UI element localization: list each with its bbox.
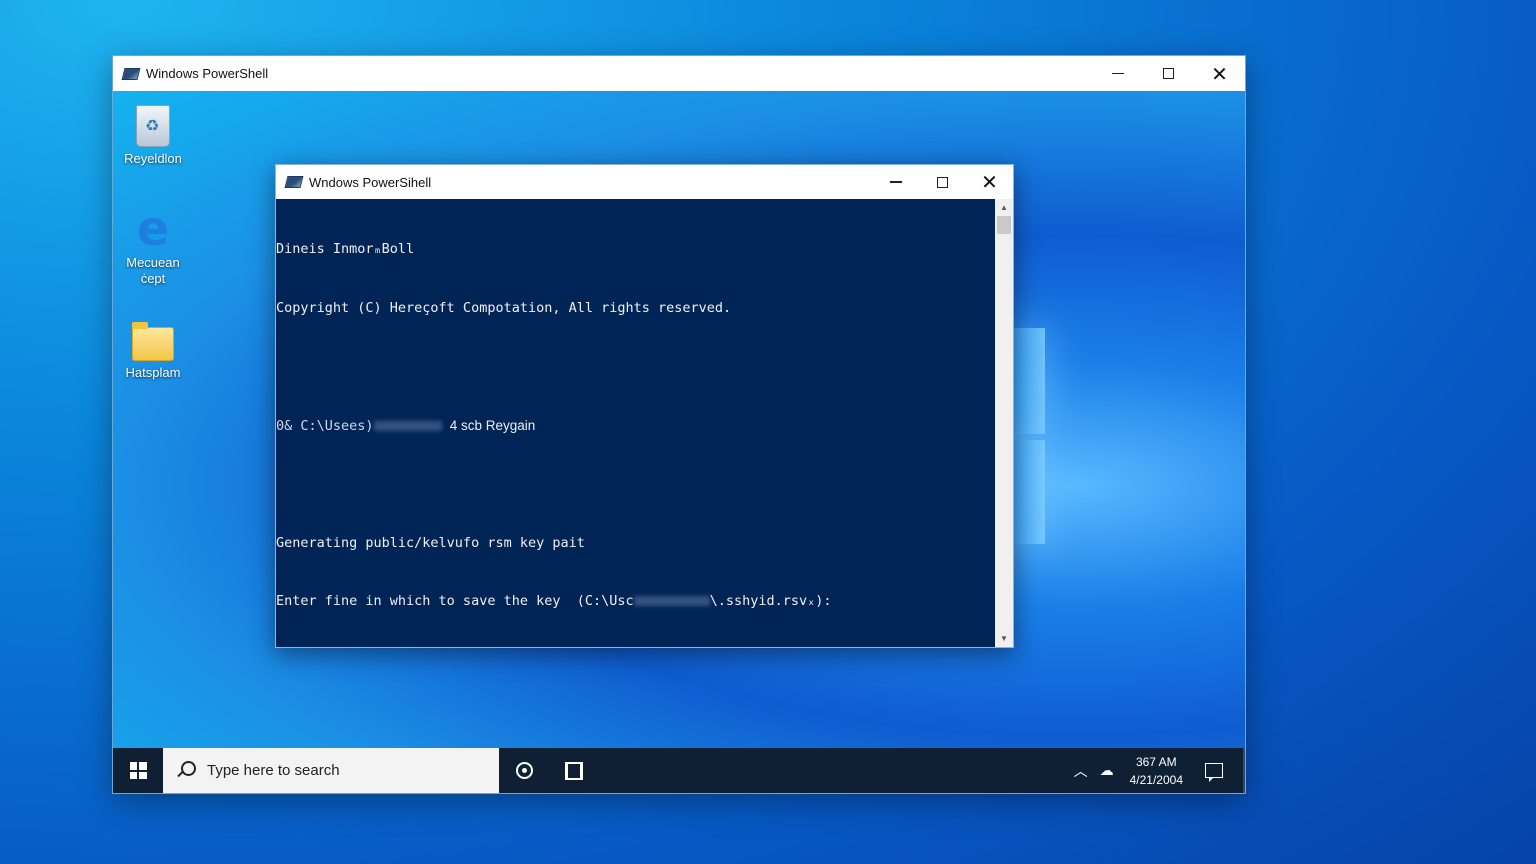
console-output[interactable]: Dineis InmorₘBoll Copyright (C) Hereçoft… [276, 199, 997, 647]
console-prompt: 0& C:\Usees) [276, 417, 374, 434]
outer-window-controls: ✕ [1092, 56, 1245, 91]
show-desktop-button[interactable] [1243, 748, 1245, 793]
outer-maximize-button[interactable] [1143, 56, 1194, 91]
console-line: Generating public/kelvufo rsm key pait [276, 534, 585, 551]
console-command: 4 scb Reygain [449, 417, 536, 433]
redacted-text [633, 596, 710, 606]
maximize-icon [937, 176, 948, 188]
inner-window-title: Wndows PowerSihell [309, 174, 432, 190]
minimize-icon [1111, 72, 1124, 75]
clock-time: 367 AM [1135, 754, 1177, 769]
search-placeholder: Type here to search [207, 762, 340, 779]
action-center-icon[interactable] [1205, 763, 1223, 782]
cortana-button[interactable] [499, 748, 549, 793]
inner-maximize-button[interactable] [919, 165, 966, 199]
console-prompt-text: Enter fine in which to save the key (C:\… [276, 593, 634, 609]
outer-minimize-button[interactable] [1092, 56, 1143, 91]
desktop-icon-recycle-bin[interactable]: Reyeldlon [113, 105, 193, 166]
inner-minimize-button[interactable] [872, 165, 919, 199]
task-view-icon [565, 761, 583, 780]
powershell-icon [284, 176, 304, 188]
windows-logo-pane-top [1013, 328, 1045, 434]
outer-close-button[interactable]: ✕ [1194, 56, 1245, 91]
redacted-text [373, 420, 442, 431]
folder-icon [132, 322, 174, 361]
start-button[interactable] [113, 748, 163, 793]
close-icon: ✕ [1211, 61, 1228, 86]
tray-chevron-up-icon[interactable]: ︿ [1068, 761, 1094, 781]
maximize-icon [1163, 68, 1174, 79]
desktop-icon-label: Mecuean ċept [126, 255, 180, 286]
inner-titlebar[interactable]: Wndows PowerSihell ✕ [276, 165, 1013, 199]
recycle-bin-icon [136, 105, 170, 147]
scroll-up-icon[interactable]: ▲ [995, 199, 1013, 216]
outer-window-title: Windows PowerShell [146, 66, 269, 81]
windows-logo-pane-bottom [1013, 440, 1045, 544]
console-line: Copyright (C) Hereçoft Compotation, All … [276, 299, 732, 316]
windows-logo-icon [129, 762, 147, 779]
clock-date: 4/21/2004 [1129, 772, 1183, 787]
inner-powershell-window: Wndows PowerSihell ✕ Dineis InmorₘBoll C… [275, 164, 1014, 648]
inner-close-button[interactable]: ✕ [966, 165, 1013, 199]
minimize-icon [889, 181, 902, 183]
desktop: Reyeldlon e Mecuean ċept Hatsplam Wndows… [113, 91, 1245, 748]
powershell-icon [121, 67, 141, 80]
search-icon [175, 760, 197, 782]
taskbar-clock[interactable]: 367 AM 4/21/2004 [1120, 753, 1193, 789]
task-view-button[interactable] [549, 748, 599, 793]
inner-window-controls: ✕ [872, 165, 1013, 199]
desktop-icon-folder[interactable]: Hatsplam [113, 322, 193, 380]
console-line: Dineis InmorₘBoll [276, 241, 415, 257]
console-line: 0& C:\Usees) 4 scb Reygain [276, 416, 997, 437]
scroll-thumb[interactable] [997, 216, 1011, 234]
edge-icon: e [136, 201, 170, 257]
desktop-icon-label: Hatsplam [125, 365, 181, 380]
taskbar-search-box[interactable]: Type here to search [163, 748, 499, 793]
desktop-icon-label: Reyeldlon [124, 151, 182, 166]
desktop-icon-edge[interactable]: e Mecuean ċept [113, 201, 193, 287]
console-prompt-path: \.sshyid.rsvₓ): [709, 593, 832, 609]
system-tray: ︿ ☁ 367 AM 4/21/2004 [1068, 748, 1245, 793]
close-icon: ✕ [981, 170, 998, 194]
taskbar: Type here to search ︿ ☁ 367 AM 4/21/2004 [113, 748, 1245, 793]
cortana-icon [515, 762, 533, 779]
outer-powershell-window: Windows PowerShell ✕ Reyeldlon e Mecuean… [112, 55, 1246, 794]
onedrive-icon[interactable]: ☁ [1094, 762, 1120, 779]
outer-titlebar[interactable]: Windows PowerShell ✕ [113, 56, 1245, 91]
console-line: Enter fine in which to save the key (C:\… [276, 592, 997, 612]
console-scrollbar[interactable]: ▲ ▼ [995, 199, 1013, 647]
scroll-down-icon[interactable]: ▼ [995, 630, 1013, 647]
